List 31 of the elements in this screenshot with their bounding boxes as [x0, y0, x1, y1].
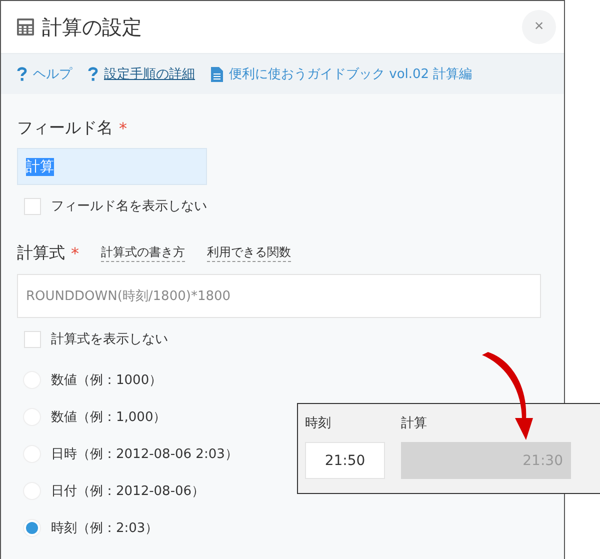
input-field[interactable]: 計算	[17, 148, 207, 185]
help-link[interactable]: 設定手順の詳細	[104, 65, 195, 83]
formula-field[interactable]: ROUNDDOWN(時刻/1800)*1800	[17, 274, 541, 318]
document-icon	[211, 66, 223, 82]
radio-label: 数値（例：1000）	[51, 372, 162, 388]
help-link[interactable]: ヘルプ	[33, 65, 72, 83]
help-link[interactable]: 便利に使おうガイドブック vol.02 計算編	[229, 65, 472, 83]
column-header: 時刻	[305, 415, 332, 432]
required-mark: *	[119, 118, 127, 138]
calculator-icon	[17, 18, 34, 36]
field-label: 計算式	[17, 242, 65, 264]
checkbox[interactable]	[24, 330, 41, 348]
radio-label: 日付（例：2012-08-06）	[51, 482, 205, 500]
time-field[interactable]: 21:50	[305, 442, 385, 479]
radio-label: 時刻（例：2:03）	[51, 520, 158, 536]
column-header: 計算	[401, 415, 428, 432]
help-link[interactable]: 計算式の書き方	[101, 244, 185, 262]
close-button[interactable]: ×	[522, 10, 556, 44]
help-icon	[17, 67, 27, 81]
field-label: フィールド名	[17, 118, 113, 138]
radio-label: 日時（例：2012-08-06 2:03）	[51, 446, 238, 462]
checkbox-label: 計算式を表示しない	[51, 331, 168, 348]
radio-label: 数値（例：1,000）	[51, 408, 166, 426]
dialog-title: 計算の設定	[42, 14, 143, 40]
checkbox-label: フィールド名を表示しない	[51, 198, 207, 215]
checkbox[interactable]	[24, 198, 41, 214]
calculated-value: 21:30	[401, 442, 571, 479]
help-icon	[88, 67, 98, 81]
required-mark: *	[71, 244, 79, 262]
radio-button[interactable]	[23, 518, 41, 536]
help-link[interactable]: 利用できる関数	[207, 244, 291, 262]
